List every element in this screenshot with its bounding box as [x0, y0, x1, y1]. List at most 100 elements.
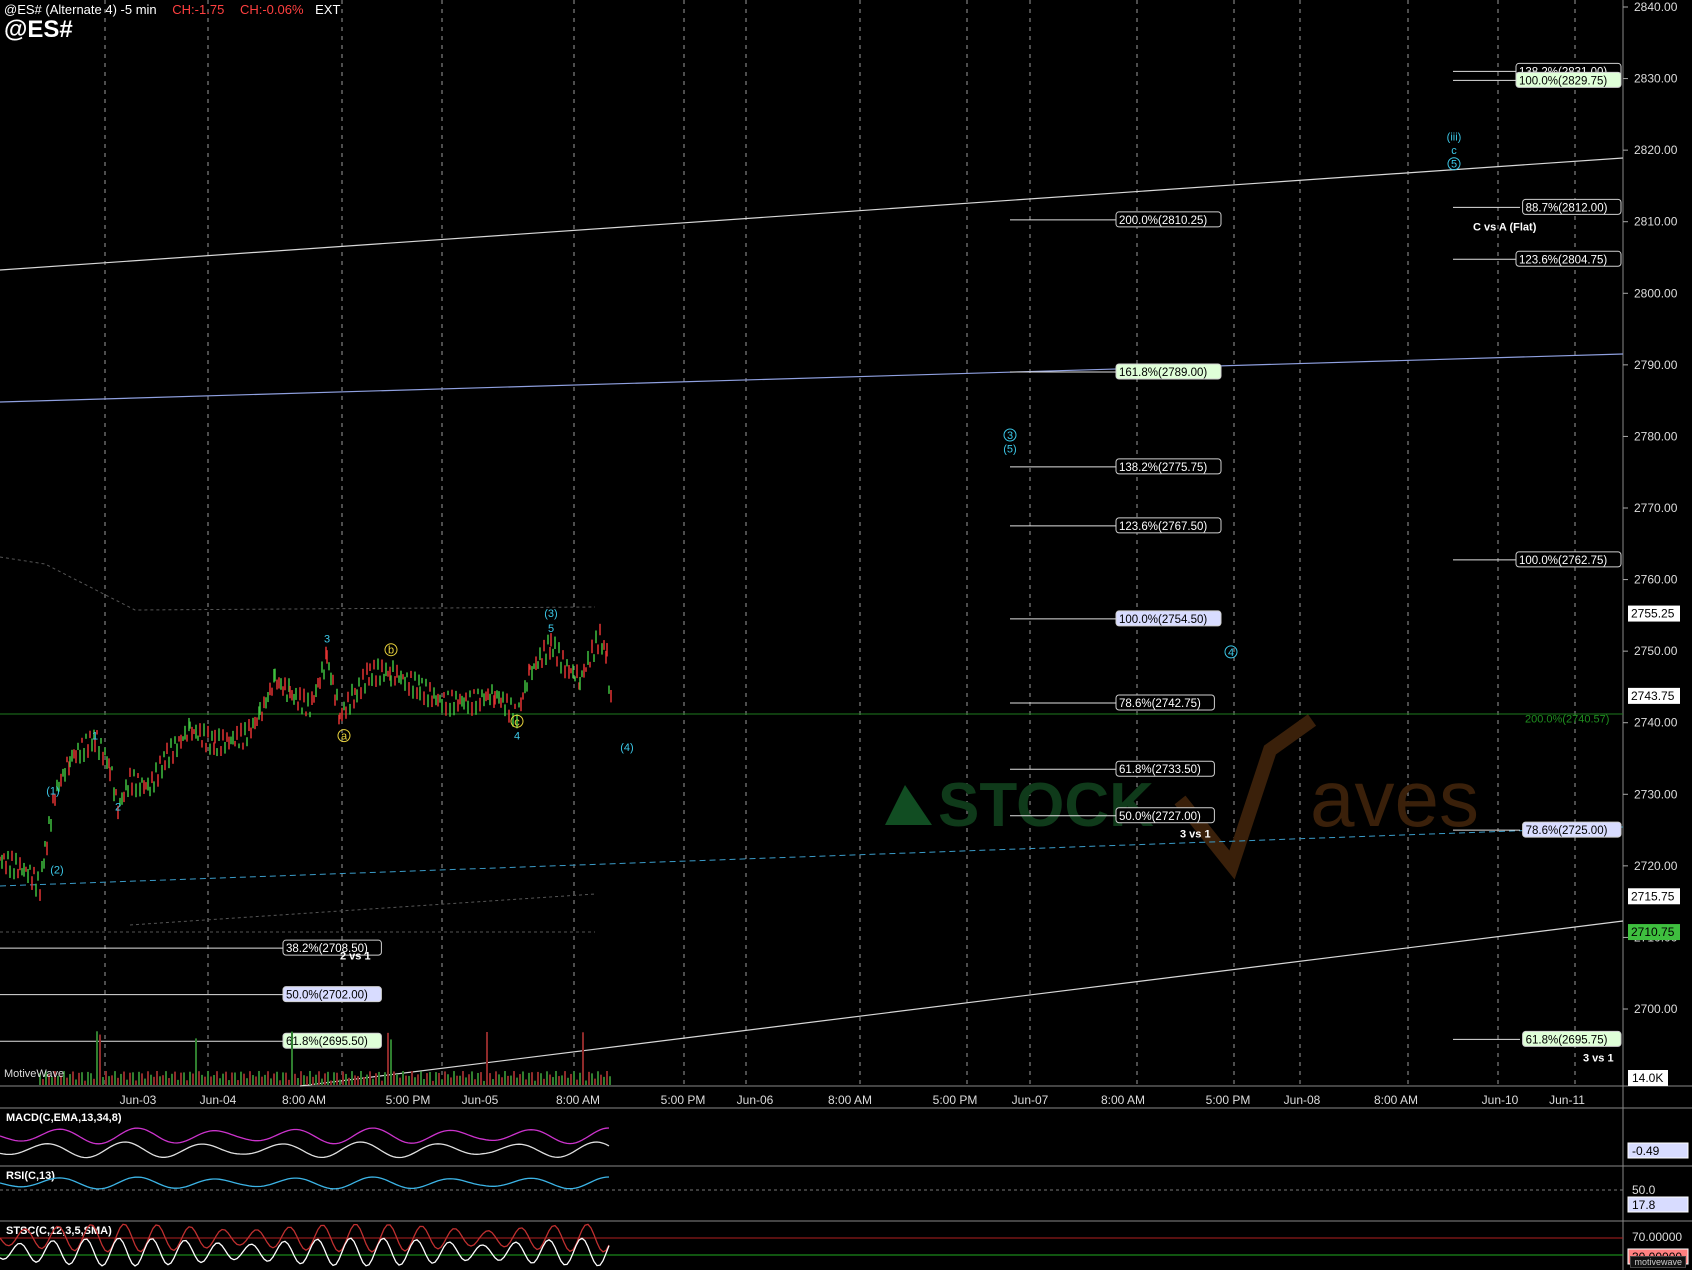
fib-level-label: 50.0%(2727.00)	[1119, 811, 1201, 823]
wave-label: (4)	[620, 742, 633, 754]
dashed-support-line	[129, 893, 596, 926]
time-tick-label: 5:00 PM	[661, 1093, 706, 1107]
price-tick-label: 2750.00	[1634, 644, 1678, 658]
wave-label: 4	[514, 731, 520, 743]
wave-label: c	[514, 716, 520, 728]
fib-level-label: 100.0%(2754.50)	[1119, 614, 1207, 626]
price-tick-label: 2840.00	[1634, 0, 1678, 14]
change-percent: CH:-0.06%	[239, 2, 304, 17]
time-tick-label: 8:00 AM	[556, 1093, 600, 1107]
symbol-label: @ES#	[4, 16, 73, 43]
indicator-line	[0, 1237, 610, 1267]
indicator-line	[0, 1176, 610, 1190]
time-tick-label: 8:00 AM	[282, 1093, 326, 1107]
footer-logo: motivewave	[1630, 1256, 1686, 1268]
price-tick-label: 2800.00	[1634, 286, 1678, 300]
session-label: EXT	[315, 2, 341, 17]
channel-dashed-line	[0, 826, 1624, 887]
time-tick-label: 5:00 PM	[1206, 1093, 1251, 1107]
wave-label: a	[341, 731, 348, 743]
price-tick-label: 2770.00	[1634, 501, 1678, 515]
faint-level-label: 200.0%(2740.57)	[1525, 714, 1609, 726]
price-badge-label: 2755.25	[1631, 607, 1675, 621]
fib-level-label: 88.7%(2812.00)	[1526, 202, 1608, 214]
chart-canvas[interactable]: STOCK aves200.0%(2810.25)161.8%(2789.00)1…	[0, 0, 1692, 1270]
price-tick-label: 2830.00	[1634, 72, 1678, 86]
price-badge-label: 2715.75	[1631, 889, 1675, 903]
wave-label: (1)	[46, 786, 59, 798]
wave-label: 4	[1228, 647, 1234, 659]
wave-label: 5	[1451, 159, 1457, 171]
time-tick-label: Jun-04	[200, 1093, 237, 1107]
watermark-w-icon	[1174, 714, 1317, 880]
wave-label: (2)	[50, 864, 63, 876]
indicator-value: 17.8	[1632, 1198, 1656, 1212]
annotation-label: 3 vs 1	[1583, 1053, 1614, 1065]
wave-label: (5)	[1003, 444, 1016, 456]
time-tick-label: 8:00 AM	[1101, 1093, 1145, 1107]
time-tick-label: Jun-03	[120, 1093, 157, 1107]
fib-level-label: 78.6%(2725.00)	[1526, 825, 1608, 837]
wave-label: (iii)	[1447, 132, 1462, 144]
fib-level-label: 50.0%(2702.00)	[286, 990, 368, 1002]
fib-level-label: 123.6%(2767.50)	[1119, 521, 1207, 533]
fib-level-label: 61.8%(2695.75)	[1526, 1034, 1608, 1046]
wave-label: b	[388, 645, 394, 657]
fib-level-label: 200.0%(2810.25)	[1119, 215, 1207, 227]
wave-label: 2	[115, 801, 121, 813]
time-tick-label: Jun-08	[1284, 1093, 1321, 1107]
watermark-text: STOCK	[938, 771, 1154, 840]
fib-level-label: 100.0%(2762.75)	[1519, 555, 1607, 567]
indicator-label: MACD(C,EMA,13,34,8)	[6, 1112, 122, 1124]
dashed-resistance-line	[0, 556, 596, 611]
fib-level-label: 123.6%(2804.75)	[1519, 254, 1607, 266]
wave-label: 3	[324, 633, 330, 645]
indicator-line	[0, 1141, 610, 1159]
time-tick-label: Jun-07	[1012, 1093, 1049, 1107]
price-tick-label: 2730.00	[1634, 787, 1678, 801]
price-tick-label: 2720.00	[1634, 859, 1678, 873]
annotation-label: 3 vs 1	[1180, 829, 1211, 841]
time-tick-label: 5:00 PM	[933, 1093, 978, 1107]
price-tick-label: 2780.00	[1634, 429, 1678, 443]
time-tick-label: Jun-06	[737, 1093, 774, 1107]
time-tick-label: Jun-05	[462, 1093, 499, 1107]
indicator-value: 50.0	[1632, 1183, 1656, 1197]
indicator-value: 70.00000	[1632, 1230, 1682, 1244]
time-tick-label: 8:00 AM	[828, 1093, 872, 1107]
time-tick-label: 5:00 PM	[386, 1093, 431, 1107]
channel-mid-line	[0, 353, 1624, 403]
channel-upper-line	[0, 157, 1624, 271]
annotation-label: C vs A (Flat)	[1473, 222, 1537, 234]
price-tick-label: 2820.00	[1634, 143, 1678, 157]
chart-title: @ES# (Alternate 4) -5 min	[4, 2, 157, 17]
watermark-logo-icon	[885, 785, 932, 825]
fib-level-label: 78.6%(2742.75)	[1119, 698, 1201, 710]
wave-label: (3)	[544, 608, 557, 620]
fib-level-label: 61.8%(2695.50)	[286, 1036, 368, 1048]
price-tick-label: 2740.00	[1634, 716, 1678, 730]
wave-label: 5	[548, 623, 554, 635]
wave-label: 3	[1007, 430, 1013, 442]
price-tick-label: 2760.00	[1634, 573, 1678, 587]
fib-level-label: 61.8%(2733.50)	[1119, 764, 1201, 776]
channel-lower-line	[299, 920, 1624, 1087]
price-badge-label: 2710.75	[1631, 925, 1675, 939]
price-tick-label: 2700.00	[1634, 1002, 1678, 1016]
change-points: CH:-1.75	[172, 2, 225, 17]
fib-level-label: 100.0%(2829.75)	[1519, 75, 1607, 87]
platform-label: MotiveWave	[4, 1068, 65, 1080]
wave-label: c	[1451, 145, 1457, 157]
time-tick-label: Jun-10	[1482, 1093, 1519, 1107]
wave-label: 1	[92, 731, 98, 743]
price-tick-label: 2810.00	[1634, 215, 1678, 229]
indicator-line	[0, 1127, 610, 1145]
price-tick-label: 2790.00	[1634, 358, 1678, 372]
time-tick-label: Jun-11	[1549, 1093, 1585, 1107]
chart-header: @ES# (Alternate 4) -5 min CH:-1.75 CH:-0…	[4, 2, 340, 17]
price-badge-label: 2743.75	[1631, 689, 1675, 703]
fib-level-label: 138.2%(2775.75)	[1119, 462, 1207, 474]
annotation-label: 2 vs 1	[340, 950, 371, 962]
indicator-value: -0.49	[1632, 1144, 1660, 1158]
volume-label: 14.0K	[1632, 1071, 1663, 1085]
